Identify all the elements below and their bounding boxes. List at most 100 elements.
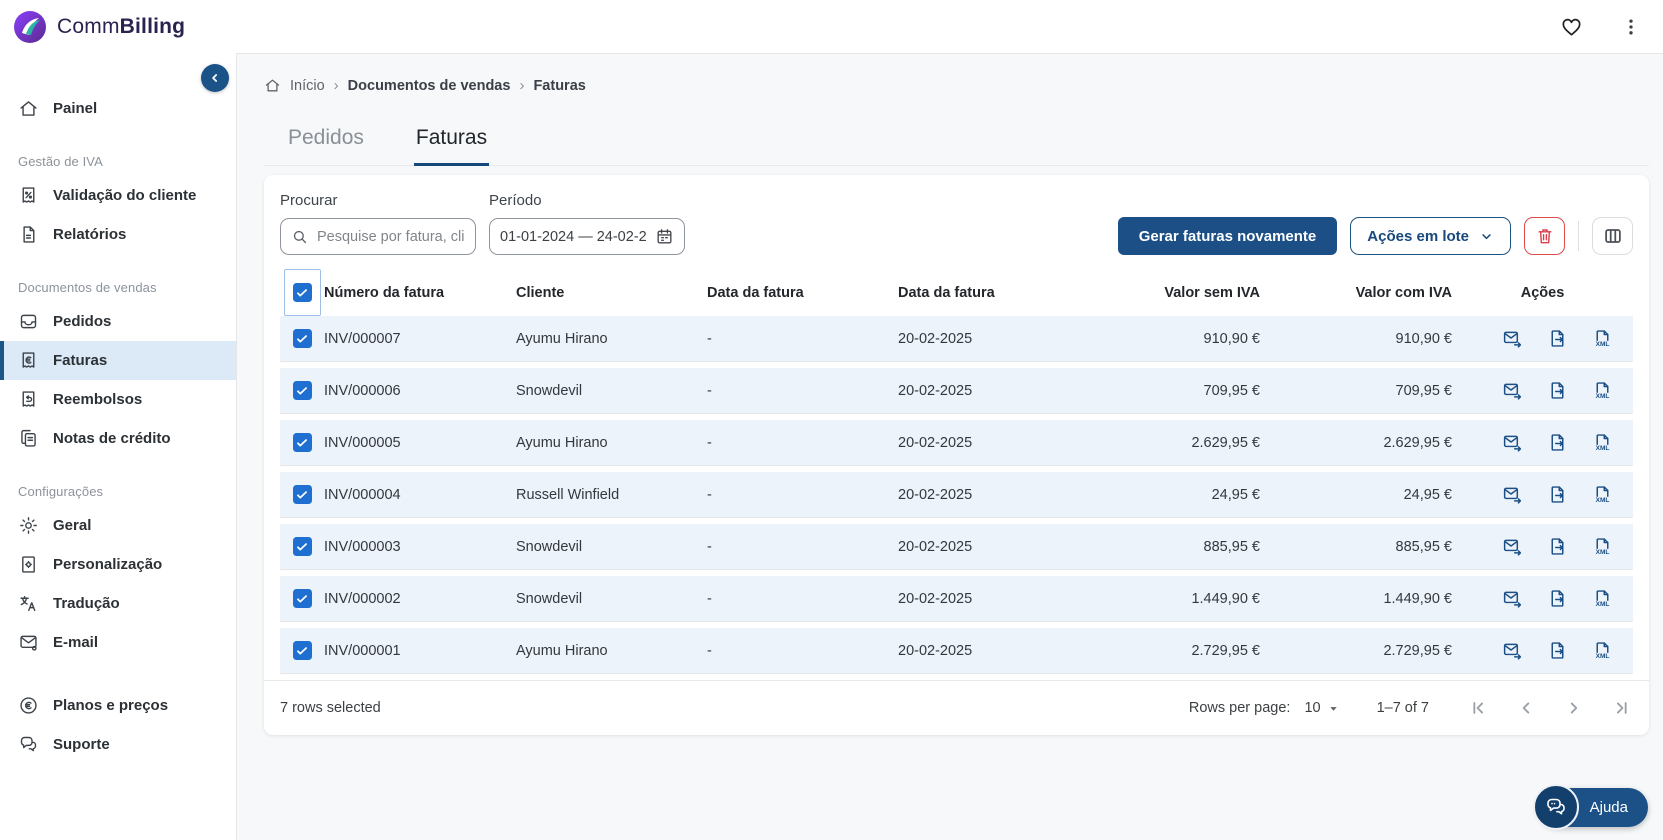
row-checkbox[interactable] xyxy=(292,485,312,504)
breadcrumb-inicio[interactable]: Início xyxy=(290,78,325,94)
send-email-icon[interactable] xyxy=(1502,484,1523,505)
row-checkbox[interactable] xyxy=(292,589,312,608)
help-chat-icon xyxy=(1532,784,1579,830)
invoice-number: INV/000005 xyxy=(324,434,401,451)
column-header-net[interactable]: Valor sem IVA xyxy=(1088,285,1260,301)
chevron-right-icon: › xyxy=(333,77,339,94)
table-row[interactable]: INV/000004 Russell Winfield - 20-02-2025… xyxy=(280,472,1633,518)
row-checkbox[interactable] xyxy=(292,329,312,348)
rows-per-page-select[interactable]: 10 xyxy=(1304,700,1338,716)
table-row[interactable]: INV/000005 Ayumu Hirano - 20-02-2025 2.6… xyxy=(280,420,1633,466)
pagination-range: 1–7 of 7 xyxy=(1376,700,1429,716)
client-name: Ayumu Hirano xyxy=(516,642,608,659)
export-document-icon[interactable] xyxy=(1547,588,1568,609)
sidebar-item-planos-precos[interactable]: Planos e preços xyxy=(0,686,236,725)
export-xml-icon[interactable]: XML xyxy=(1592,328,1613,349)
delete-selected-button[interactable] xyxy=(1524,217,1565,255)
credit-note-icon xyxy=(18,428,39,449)
table-row[interactable]: INV/000002 Snowdevil - 20-02-2025 1.449,… xyxy=(280,576,1633,622)
sidebar-item-label: Tradução xyxy=(53,595,120,612)
export-document-icon[interactable] xyxy=(1547,380,1568,401)
tab-faturas[interactable]: Faturas xyxy=(413,126,490,166)
sidebar-item-suporte[interactable]: Suporte xyxy=(0,725,236,764)
send-email-icon[interactable] xyxy=(1502,536,1523,557)
calendar-icon xyxy=(655,227,674,246)
column-header-date2[interactable]: Data da fatura xyxy=(898,285,1088,301)
batch-actions-button[interactable]: Ações em lote xyxy=(1350,217,1511,255)
overflow-menu-button[interactable] xyxy=(1617,13,1645,41)
sidebar-item-pedidos[interactable]: Pedidos xyxy=(0,302,236,341)
search-input[interactable] xyxy=(317,228,465,245)
send-email-icon[interactable] xyxy=(1502,588,1523,609)
sidebar-item-reembolsos[interactable]: Reembolsos xyxy=(0,380,236,419)
export-document-icon[interactable] xyxy=(1547,484,1568,505)
row-checkbox[interactable] xyxy=(292,537,312,556)
chevron-right-icon: › xyxy=(519,77,525,94)
column-header-invoice[interactable]: Número da fatura xyxy=(324,285,516,301)
send-email-icon[interactable] xyxy=(1502,328,1523,349)
help-button[interactable]: Ajuda xyxy=(1532,784,1648,830)
sidebar-item-relatorios[interactable]: Relatórios xyxy=(0,215,236,254)
brand-name: CommBilling xyxy=(57,14,186,38)
export-document-icon[interactable] xyxy=(1547,328,1568,349)
svg-text:XML: XML xyxy=(1596,601,1610,608)
select-all-checkbox[interactable] xyxy=(292,283,312,302)
table-row[interactable]: INV/000001 Ayumu Hirano - 20-02-2025 2.7… xyxy=(280,628,1633,674)
export-document-icon[interactable] xyxy=(1547,640,1568,661)
sidebar-item-faturas[interactable]: Faturas xyxy=(0,341,236,380)
sidebar-item-email[interactable]: E-mail xyxy=(0,623,236,662)
tabs: Pedidos Faturas xyxy=(264,126,1649,166)
column-header-gross[interactable]: Valor com IVA xyxy=(1260,285,1452,301)
sidebar-item-notas-credito[interactable]: Notas de crédito xyxy=(0,419,236,458)
sidebar: Painel Gestão de IVA Validação do client… xyxy=(0,53,237,840)
invoices-card: Procurar Período xyxy=(264,175,1649,735)
column-header-date1[interactable]: Data da fatura xyxy=(707,285,898,301)
search-label: Procurar xyxy=(280,192,338,209)
row-checkbox[interactable] xyxy=(292,641,312,660)
search-input-wrap xyxy=(280,218,476,255)
sidebar-item-geral[interactable]: Geral xyxy=(0,506,236,545)
row-checkbox[interactable] xyxy=(292,433,312,452)
batch-actions-label: Ações em lote xyxy=(1367,227,1469,245)
regenerate-invoices-button[interactable]: Gerar faturas novamente xyxy=(1117,217,1338,255)
value-net: 1.449,90 € xyxy=(1191,590,1260,607)
export-document-icon[interactable] xyxy=(1547,432,1568,453)
export-xml-icon[interactable]: XML xyxy=(1592,536,1613,557)
sidebar-item-traducao[interactable]: Tradução xyxy=(0,584,236,623)
send-email-icon[interactable] xyxy=(1502,640,1523,661)
export-xml-icon[interactable]: XML xyxy=(1592,484,1613,505)
sidebar-item-painel[interactable]: Painel xyxy=(0,89,236,128)
previous-page-icon[interactable] xyxy=(1515,697,1537,719)
table-row[interactable]: INV/000006 Snowdevil - 20-02-2025 709,95… xyxy=(280,368,1633,414)
breadcrumb-documentos-vendas[interactable]: Documentos de vendas xyxy=(348,78,511,94)
translate-icon xyxy=(18,593,39,614)
sidebar-item-label: Personalização xyxy=(53,556,163,573)
favorites-button[interactable] xyxy=(1556,11,1587,42)
first-page-icon[interactable] xyxy=(1467,697,1489,719)
sidebar-item-label: E-mail xyxy=(53,634,99,651)
toolbar-divider xyxy=(1578,221,1579,251)
export-xml-icon[interactable]: XML xyxy=(1592,588,1613,609)
export-xml-icon[interactable]: XML xyxy=(1592,380,1613,401)
breadcrumb-faturas[interactable]: Faturas xyxy=(533,78,585,94)
export-xml-icon[interactable]: XML xyxy=(1592,640,1613,661)
send-email-icon[interactable] xyxy=(1502,380,1523,401)
export-document-icon[interactable] xyxy=(1547,536,1568,557)
send-email-icon[interactable] xyxy=(1502,432,1523,453)
invoice-date-1: - xyxy=(707,382,712,399)
table-row[interactable]: INV/000003 Snowdevil - 20-02-2025 885,95… xyxy=(280,524,1633,570)
period-input[interactable] xyxy=(500,228,647,245)
invoice-date-1: - xyxy=(707,642,712,659)
value-gross: 2.629,95 € xyxy=(1383,434,1452,451)
manage-columns-button[interactable] xyxy=(1592,217,1633,255)
tab-pedidos[interactable]: Pedidos xyxy=(286,126,366,166)
column-header-client[interactable]: Cliente xyxy=(516,285,707,301)
next-page-icon[interactable] xyxy=(1563,697,1585,719)
sidebar-item-validacao-cliente[interactable]: Validação do cliente xyxy=(0,176,236,215)
sidebar-collapse-button[interactable] xyxy=(201,64,229,92)
table-row[interactable]: INV/000007 Ayumu Hirano - 20-02-2025 910… xyxy=(280,316,1633,362)
last-page-icon[interactable] xyxy=(1611,697,1633,719)
export-xml-icon[interactable]: XML xyxy=(1592,432,1613,453)
sidebar-item-personalizacao[interactable]: Personalização xyxy=(0,545,236,584)
row-checkbox[interactable] xyxy=(292,381,312,400)
